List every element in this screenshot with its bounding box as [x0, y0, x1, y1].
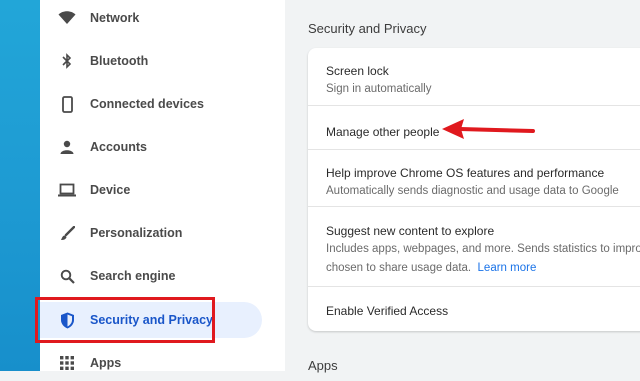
- bluetooth-icon: [58, 52, 76, 70]
- sidebar-item-apps[interactable]: Apps: [40, 345, 262, 381]
- red-arrow-annotation: [442, 119, 535, 139]
- shield-icon: [58, 311, 76, 329]
- laptop-icon: [58, 181, 76, 199]
- row-subtitle-line-1: Includes apps, webpages, and more. Sends…: [326, 243, 640, 255]
- section-title: Security and Privacy: [308, 21, 427, 36]
- row-enable-verified-access[interactable]: Enable Verified Access: [308, 286, 640, 331]
- sidebar-item-security-and-privacy[interactable]: Security and Privacy: [40, 302, 262, 338]
- row-screen-lock[interactable]: Screen lock Sign in automatically: [308, 48, 640, 105]
- sidebar-item-label: Security and Privacy: [90, 313, 213, 327]
- settings-card: Screen lock Sign in automatically Manage…: [308, 48, 640, 331]
- row-title: Screen lock: [326, 64, 389, 78]
- apps-grid-icon: [58, 354, 76, 372]
- sidebar-item-label: Network: [90, 11, 140, 25]
- learn-more-link[interactable]: Learn more: [478, 262, 537, 274]
- sidebar-item-bluetooth[interactable]: Bluetooth: [40, 43, 262, 79]
- sidebar-item-label: Accounts: [90, 140, 147, 154]
- sidebar-item-network[interactable]: Network: [40, 0, 262, 36]
- row-title: Suggest new content to explore: [326, 224, 495, 238]
- person-icon: [58, 138, 76, 156]
- sidebar-item-label: Bluetooth: [90, 54, 149, 68]
- sidebar-item-label: Device: [90, 183, 131, 197]
- sidebar-item-connected-devices[interactable]: Connected devices: [40, 86, 262, 122]
- phone-icon: [58, 95, 76, 113]
- row-title: Enable Verified Access: [326, 304, 449, 318]
- sidebar-item-search-engine[interactable]: Search engine: [40, 258, 262, 294]
- settings-sidebar: Network Bluetooth Connected devices Acco…: [40, 0, 285, 371]
- row-subtitle: Sign in automatically: [326, 83, 432, 95]
- wifi-icon: [58, 9, 76, 27]
- sidebar-item-accounts[interactable]: Accounts: [40, 129, 262, 165]
- brush-icon: [58, 224, 76, 242]
- desktop-wallpaper: [0, 0, 40, 371]
- search-icon: [58, 267, 76, 285]
- sidebar-item-personalization[interactable]: Personalization: [40, 215, 262, 251]
- sidebar-item-label: Apps: [90, 356, 122, 370]
- settings-main: Security and Privacy Screen lock Sign in…: [285, 0, 640, 373]
- row-subtitle-line-2: chosen to share usage data. Learn more: [326, 259, 536, 277]
- row-subtitle-text: chosen to share usage data.: [326, 262, 472, 274]
- row-subtitle: Automatically sends diagnostic and usage…: [326, 185, 619, 197]
- row-title: Manage other people: [326, 125, 440, 139]
- sidebar-item-label: Connected devices: [90, 97, 204, 111]
- row-help-improve[interactable]: Help improve Chrome OS features and perf…: [308, 149, 640, 207]
- row-suggest-content[interactable]: Suggest new content to explore Includes …: [308, 206, 640, 287]
- row-title: Help improve Chrome OS features and perf…: [326, 166, 605, 180]
- sidebar-item-label: Search engine: [90, 269, 176, 283]
- sidebar-item-device[interactable]: Device: [40, 172, 262, 208]
- sidebar-item-label: Personalization: [90, 226, 183, 240]
